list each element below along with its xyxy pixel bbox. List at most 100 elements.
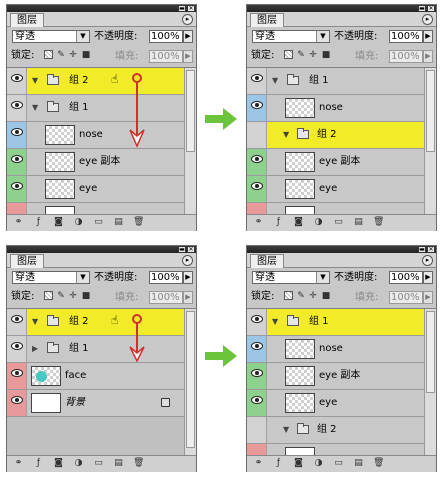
scrollbar-thumb[interactable] (186, 70, 195, 152)
lock-paint-brush-icon[interactable]: ✎ (296, 50, 306, 60)
lock-position-move-icon[interactable]: ✛ (68, 291, 78, 301)
layer-row-group-2[interactable]: ▼ 组 2 ☝ (7, 309, 184, 336)
new-layer-icon[interactable]: ▤ (113, 217, 124, 228)
layer-row-nose[interactable]: nose (247, 95, 424, 122)
layer-mask-icon[interactable]: ◙ (293, 458, 304, 469)
link-layers-icon[interactable]: ⚭ (13, 458, 24, 469)
visibility-eye-icon[interactable] (247, 68, 267, 94)
fill-field[interactable]: 100% (149, 291, 183, 304)
visibility-eye-icon[interactable] (247, 149, 267, 175)
layer-row-eye[interactable]: eye (247, 390, 424, 417)
collapse-triangle-icon[interactable]: ▶ (32, 345, 38, 353)
new-layer-icon[interactable]: ▤ (353, 217, 364, 228)
scrollbar-thumb[interactable] (426, 311, 435, 393)
new-group-folder-icon[interactable]: ▭ (333, 458, 344, 469)
adjustment-layer-icon[interactable]: ◑ (73, 458, 84, 469)
fill-field[interactable]: 100% (149, 50, 183, 63)
fill-field[interactable]: 100% (389, 291, 423, 304)
layers-scrollbar[interactable] (184, 68, 196, 215)
trash-icon[interactable]: 🗑 (133, 217, 144, 228)
fill-field[interactable]: 100% (389, 50, 423, 63)
adjustment-layer-icon[interactable]: ◑ (313, 217, 324, 228)
minimize-button[interactable]: ▬ (178, 246, 186, 253)
lock-transparent-icon[interactable] (43, 291, 53, 301)
scrollbar-thumb[interactable] (426, 70, 435, 152)
visibility-eye-icon[interactable] (247, 122, 267, 148)
tab-layers[interactable]: 图层 (250, 254, 284, 268)
layer-mask-icon[interactable]: ◙ (53, 458, 64, 469)
lock-all-padlock-icon[interactable]: ■ (81, 291, 91, 301)
close-button[interactable]: ✕ (187, 246, 195, 253)
opacity-slider-button[interactable]: ▶ (423, 30, 433, 43)
layer-row-group-1[interactable]: ▼ 组 1 (7, 95, 184, 122)
opacity-slider-button[interactable]: ▶ (183, 30, 193, 43)
lock-all-padlock-icon[interactable]: ■ (81, 50, 91, 60)
scrollbar-thumb[interactable] (186, 311, 195, 448)
trash-icon[interactable]: 🗑 (373, 458, 384, 469)
visibility-eye-icon[interactable] (7, 176, 27, 202)
panel-menu-icon[interactable]: ▸ (422, 255, 433, 266)
lock-paint-brush-icon[interactable]: ✎ (56, 50, 66, 60)
layers-scrollbar[interactable] (184, 309, 196, 456)
layer-row-group-2[interactable]: ▼ 组 2 (247, 122, 424, 149)
close-button[interactable]: ✕ (187, 5, 195, 12)
layer-row-eye[interactable]: eye (247, 176, 424, 203)
new-group-folder-icon[interactable]: ▭ (93, 458, 104, 469)
minimize-button[interactable]: ▬ (418, 5, 426, 12)
panel-menu-icon[interactable]: ▸ (182, 255, 193, 266)
visibility-eye-icon[interactable] (7, 68, 27, 94)
lock-paint-brush-icon[interactable]: ✎ (296, 291, 306, 301)
expand-triangle-icon[interactable]: ▼ (283, 131, 289, 139)
layer-style-fx-icon[interactable]: ƒ (273, 458, 284, 469)
visibility-eye-icon[interactable] (7, 390, 27, 416)
new-layer-icon[interactable]: ▤ (353, 458, 364, 469)
panel-menu-icon[interactable]: ▸ (182, 14, 193, 25)
minimize-button[interactable]: ▬ (418, 246, 426, 253)
opacity-field[interactable]: 100% (389, 271, 423, 284)
visibility-eye-icon[interactable] (7, 95, 27, 121)
layer-row-eye-copy[interactable]: eye 副本 (247, 363, 424, 390)
tab-layers[interactable]: 图层 (250, 13, 284, 27)
layer-mask-icon[interactable]: ◙ (293, 217, 304, 228)
visibility-eye-icon[interactable] (247, 417, 267, 443)
expand-triangle-icon[interactable]: ▼ (283, 426, 289, 434)
layer-row-group-1[interactable]: ▶ 组 1 (7, 336, 184, 363)
close-button[interactable]: ✕ (427, 246, 435, 253)
layer-row-background[interactable]: 背景 (7, 390, 184, 417)
visibility-eye-icon[interactable] (247, 390, 267, 416)
expand-triangle-icon[interactable]: ▼ (32, 77, 38, 85)
blend-mode-select[interactable]: 穿透 ▼ (252, 271, 330, 284)
layer-style-fx-icon[interactable]: ƒ (33, 458, 44, 469)
opacity-field[interactable]: 100% (149, 271, 183, 284)
trash-icon[interactable]: 🗑 (133, 458, 144, 469)
layers-scrollbar[interactable] (424, 68, 436, 215)
visibility-eye-icon[interactable] (7, 122, 27, 148)
panel-titlebar[interactable]: ▬ ✕ (7, 5, 196, 12)
layer-style-fx-icon[interactable]: ƒ (33, 217, 44, 228)
visibility-eye-icon[interactable] (247, 95, 267, 121)
layer-row-eye-copy[interactable]: eye 副本 (247, 149, 424, 176)
fill-slider-button[interactable]: ▶ (183, 50, 193, 63)
lock-position-move-icon[interactable]: ✛ (68, 50, 78, 60)
lock-position-move-icon[interactable]: ✛ (308, 50, 318, 60)
visibility-eye-icon[interactable] (247, 363, 267, 389)
panel-titlebar[interactable]: ▬ ✕ (7, 246, 196, 253)
blend-mode-select[interactable]: 穿透 ▼ (12, 271, 90, 284)
opacity-slider-button[interactable]: ▶ (423, 271, 433, 284)
visibility-eye-icon[interactable] (7, 309, 27, 335)
expand-triangle-icon[interactable]: ▼ (32, 104, 38, 112)
fill-slider-button[interactable]: ▶ (423, 291, 433, 304)
visibility-eye-icon[interactable] (247, 176, 267, 202)
visibility-eye-icon[interactable] (247, 309, 267, 335)
lock-all-padlock-icon[interactable]: ■ (321, 291, 331, 301)
layer-row-eye[interactable]: eye (7, 176, 184, 203)
blend-mode-select[interactable]: 穿透 ▼ (12, 30, 90, 43)
tab-layers[interactable]: 图层 (10, 13, 44, 27)
visibility-eye-icon[interactable] (7, 363, 27, 389)
blend-mode-select[interactable]: 穿透 ▼ (252, 30, 330, 43)
layer-row-nose[interactable]: nose (247, 336, 424, 363)
panel-titlebar[interactable]: ▬ ✕ (247, 5, 436, 12)
opacity-field[interactable]: 100% (389, 30, 423, 43)
new-layer-icon[interactable]: ▤ (113, 458, 124, 469)
layer-mask-icon[interactable]: ◙ (53, 217, 64, 228)
